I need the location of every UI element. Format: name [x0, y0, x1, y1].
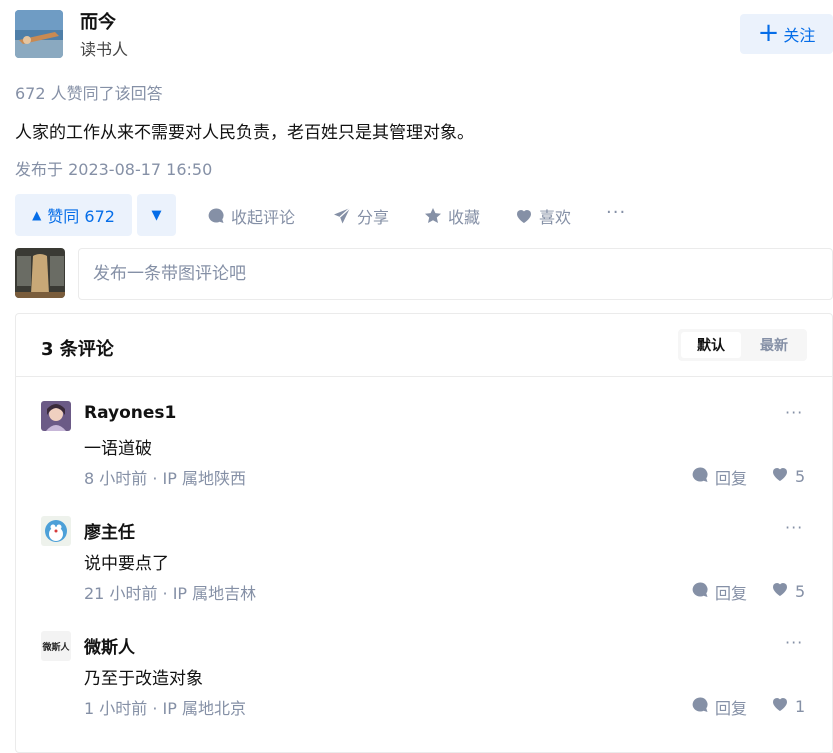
comment-meta: 1 小时前 · IP 属地北京 [84, 699, 246, 718]
vote-up-label: 赞同 672 [47, 207, 115, 226]
like-button[interactable]: 喜欢 [515, 204, 571, 228]
heart-icon [515, 207, 533, 225]
author-name[interactable]: 而今 [80, 8, 116, 34]
follow-label: 关注 [783, 26, 816, 45]
share-button[interactable]: 分享 [333, 204, 389, 228]
reply-label: 回复 [715, 699, 748, 718]
star-icon [424, 207, 442, 225]
answer-text: 人家的工作从来不需要对人民负责，老百姓只是其管理对象。 [15, 123, 474, 143]
comment-reply-button[interactable]: 回复 [691, 465, 747, 489]
votes-summary[interactable]: 672 人赞同了该回答 [15, 80, 163, 104]
heart-icon [771, 465, 789, 487]
comment-bubble-icon [691, 696, 709, 718]
comment-bubble-icon [207, 207, 225, 225]
plus-icon: + [757, 17, 780, 48]
comment-text: 一语道破 [84, 439, 152, 459]
reply-label: 回复 [715, 584, 748, 603]
commenter-name[interactable]: 微斯人 [84, 633, 135, 658]
divider [16, 376, 832, 377]
comment-like-button[interactable]: 5 [771, 580, 805, 602]
author-bio: 读书人 [80, 40, 129, 59]
heart-icon [771, 580, 789, 602]
triangle-down-icon: ▼ [151, 207, 162, 223]
commenter-avatar[interactable]: 微斯人 [41, 631, 71, 661]
comment-text: 说中要点了 [84, 554, 169, 574]
comment-text: 乃至于改造对象 [84, 669, 203, 689]
favorite-button[interactable]: 收藏 [424, 204, 480, 228]
commenter-avatar[interactable] [41, 516, 71, 546]
like-count: 5 [795, 581, 806, 601]
comment-more-button[interactable]: ··· [785, 633, 803, 652]
comment-bubble-icon [691, 581, 709, 603]
comments-count: 3 条评论 [41, 339, 114, 360]
current-user-avatar [15, 248, 65, 298]
comment-meta: 21 小时前 · IP 属地吉林 [84, 584, 257, 603]
like-count: 1 [795, 696, 806, 716]
like-label: 喜欢 [539, 208, 572, 227]
author-avatar[interactable] [15, 10, 63, 58]
comment-reply-button[interactable]: 回复 [691, 695, 747, 719]
comment-like-button[interactable]: 1 [771, 695, 805, 717]
vote-up-button[interactable]: ▲ 赞同 672 [15, 194, 132, 236]
comment-bubble-icon [691, 466, 709, 488]
vote-down-button[interactable]: ▼ [137, 194, 176, 236]
follow-button[interactable]: + 关注 [740, 14, 833, 54]
sort-default-button[interactable]: 默认 [681, 332, 741, 358]
collapse-comments-label: 收起评论 [231, 208, 296, 227]
publish-time[interactable]: 发布于 2023-08-17 16:50 [15, 156, 212, 180]
collapse-comments-button[interactable]: 收起评论 [207, 204, 295, 228]
like-count: 5 [795, 466, 806, 486]
commenter-avatar[interactable] [41, 401, 71, 431]
sort-latest-button[interactable]: 最新 [744, 332, 804, 358]
commenter-name[interactable]: 廖主任 [84, 518, 135, 543]
avatar-logo-text: 微斯人 [41, 641, 70, 653]
paper-plane-icon [333, 207, 351, 225]
commenter-name[interactable]: Rayones1 [84, 403, 176, 423]
triangle-up-icon: ▲ [32, 208, 42, 222]
comment-input[interactable] [78, 248, 833, 300]
comment-reply-button[interactable]: 回复 [691, 580, 747, 604]
reply-label: 回复 [715, 469, 748, 488]
favorite-label: 收藏 [448, 208, 481, 227]
comment-meta: 8 小时前 · IP 属地陕西 [84, 469, 246, 488]
comment-more-button[interactable]: ··· [785, 403, 803, 422]
heart-icon [771, 695, 789, 717]
comment-more-button[interactable]: ··· [785, 518, 803, 537]
more-actions-button[interactable]: ··· [606, 202, 626, 223]
comment-like-button[interactable]: 5 [771, 465, 805, 487]
share-label: 分享 [357, 208, 390, 227]
sort-toggle: 默认 最新 [678, 329, 807, 361]
